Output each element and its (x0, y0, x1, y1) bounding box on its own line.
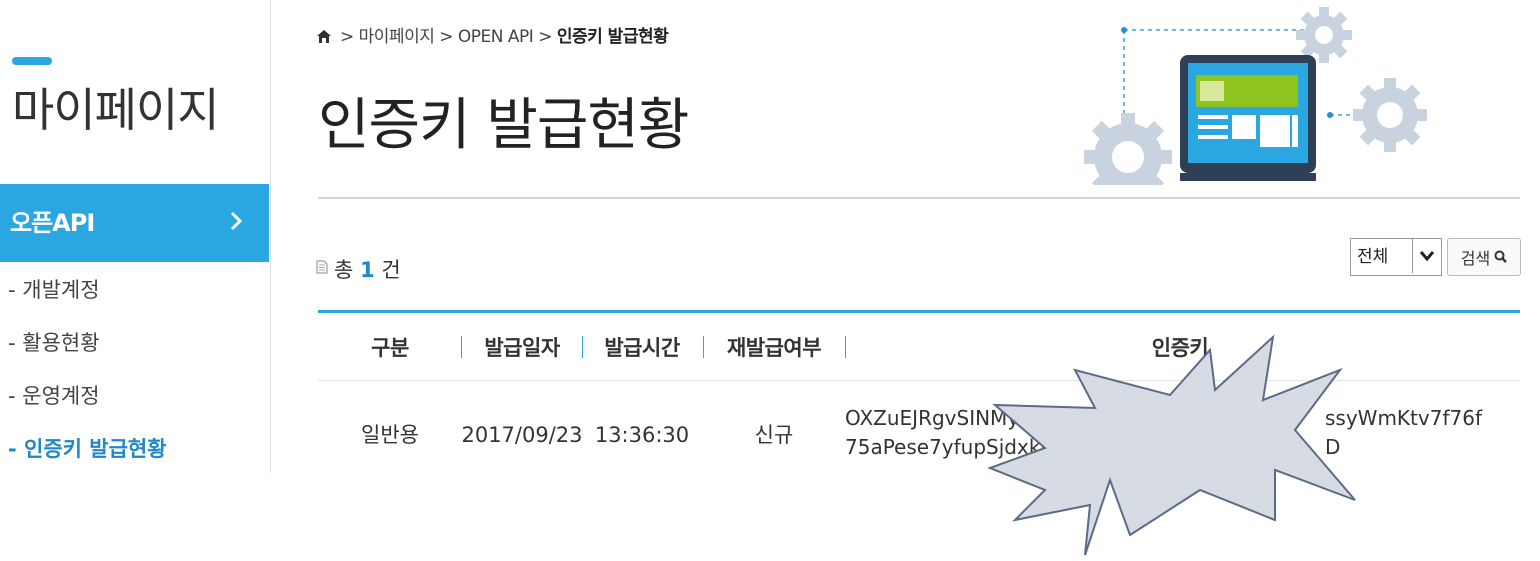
redaction-starburst (987, 334, 1356, 556)
starburst-shape (987, 334, 1356, 556)
